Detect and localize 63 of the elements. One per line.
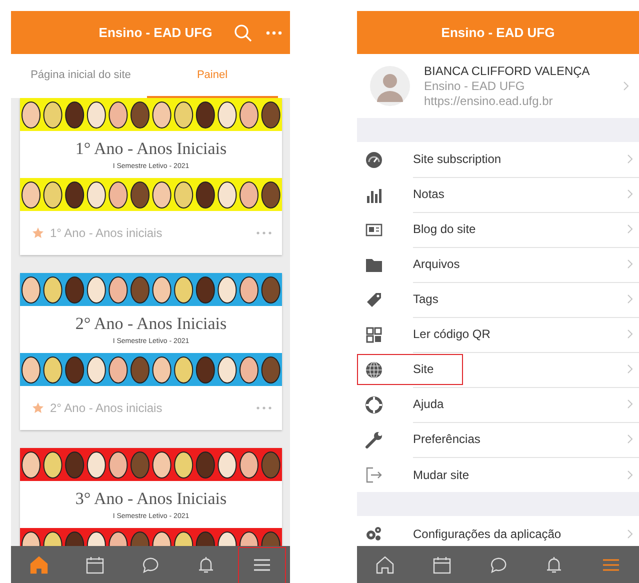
menu-item[interactable]: Blog do site bbox=[357, 212, 639, 247]
menu-item[interactable]: Configurações da aplicação bbox=[357, 516, 639, 546]
more-icon[interactable] bbox=[256, 406, 272, 410]
menu-label: Site subscription bbox=[413, 152, 502, 166]
menu-item[interactable]: Site bbox=[357, 352, 639, 387]
calendar-icon bbox=[84, 554, 105, 574]
menu-label: Ajuda bbox=[413, 397, 445, 411]
banner-title: 1° Ano - Anos Iniciais bbox=[75, 139, 227, 159]
star-icon[interactable] bbox=[32, 402, 44, 414]
menu-item[interactable]: Preferências bbox=[357, 422, 639, 457]
menu-label: Configurações da aplicação bbox=[413, 526, 562, 540]
course-name: 1° Ano - Anos iniciais bbox=[50, 226, 164, 240]
more-icon[interactable] bbox=[266, 30, 282, 34]
banner-title: 3° Ano - Anos Iniciais bbox=[75, 489, 227, 509]
menu-label: Mudar site bbox=[413, 468, 470, 482]
course-name: 2° Ano - Anos iniciais bbox=[50, 401, 164, 415]
chevron-icon bbox=[623, 81, 629, 91]
globe-icon bbox=[365, 360, 383, 378]
search-icon[interactable] bbox=[234, 24, 252, 42]
menu-label: Tags bbox=[413, 292, 440, 306]
menu-label: Notas bbox=[413, 187, 446, 201]
chevron-icon bbox=[627, 470, 633, 480]
chevron-icon bbox=[627, 528, 633, 538]
menu-item[interactable]: Ler código QR bbox=[357, 317, 639, 352]
chevron-icon bbox=[627, 224, 633, 234]
exit-icon bbox=[365, 466, 383, 484]
chevron-icon bbox=[627, 259, 633, 269]
site-name: Ensino - EAD UFG bbox=[424, 79, 526, 93]
chevron-icon bbox=[627, 399, 633, 409]
star-icon[interactable] bbox=[32, 227, 44, 239]
tag-icon bbox=[365, 290, 383, 308]
user-name: BIANCA CLIFFORD VALENÇA bbox=[424, 64, 591, 78]
home-icon bbox=[28, 554, 49, 574]
banner-title: 2° Ano - Anos Iniciais bbox=[75, 314, 227, 334]
menu-label: Preferências bbox=[413, 432, 482, 446]
calendar-icon bbox=[432, 554, 452, 574]
menu-item[interactable]: Mudar site bbox=[357, 457, 639, 492]
menu-item[interactable]: Tags bbox=[357, 282, 639, 317]
more-icon[interactable] bbox=[256, 231, 272, 235]
avatar-icon bbox=[370, 66, 410, 106]
lifebuoy-icon bbox=[365, 396, 383, 414]
menu-item[interactable]: Notas bbox=[357, 177, 639, 212]
menu-label: Arquivos bbox=[413, 257, 461, 271]
header-title: Ensino - EAD UFG bbox=[441, 25, 555, 40]
menu-item[interactable]: Site subscription bbox=[357, 142, 639, 177]
menu-label: Site bbox=[413, 362, 435, 376]
header-title: Ensino - EAD UFG bbox=[98, 25, 212, 40]
chevron-icon bbox=[627, 364, 633, 374]
wrench-icon bbox=[365, 430, 383, 448]
menu-label: Ler código QR bbox=[413, 327, 492, 341]
chevron-icon bbox=[627, 294, 633, 304]
menu-label: Blog do site bbox=[413, 222, 477, 236]
qr-code-icon bbox=[365, 326, 383, 344]
chevron-icon bbox=[627, 189, 633, 199]
chevron-icon bbox=[627, 154, 633, 164]
home-icon bbox=[375, 554, 396, 574]
chevron-icon bbox=[627, 329, 633, 339]
menu-item[interactable]: Arquivos bbox=[357, 247, 639, 282]
gears-icon bbox=[365, 524, 383, 542]
chevron-icon bbox=[627, 434, 633, 444]
site-url: https://ensino.ead.ufg.br bbox=[424, 94, 554, 108]
gauge-icon bbox=[365, 150, 383, 168]
menu-item[interactable]: Ajuda bbox=[357, 387, 639, 422]
